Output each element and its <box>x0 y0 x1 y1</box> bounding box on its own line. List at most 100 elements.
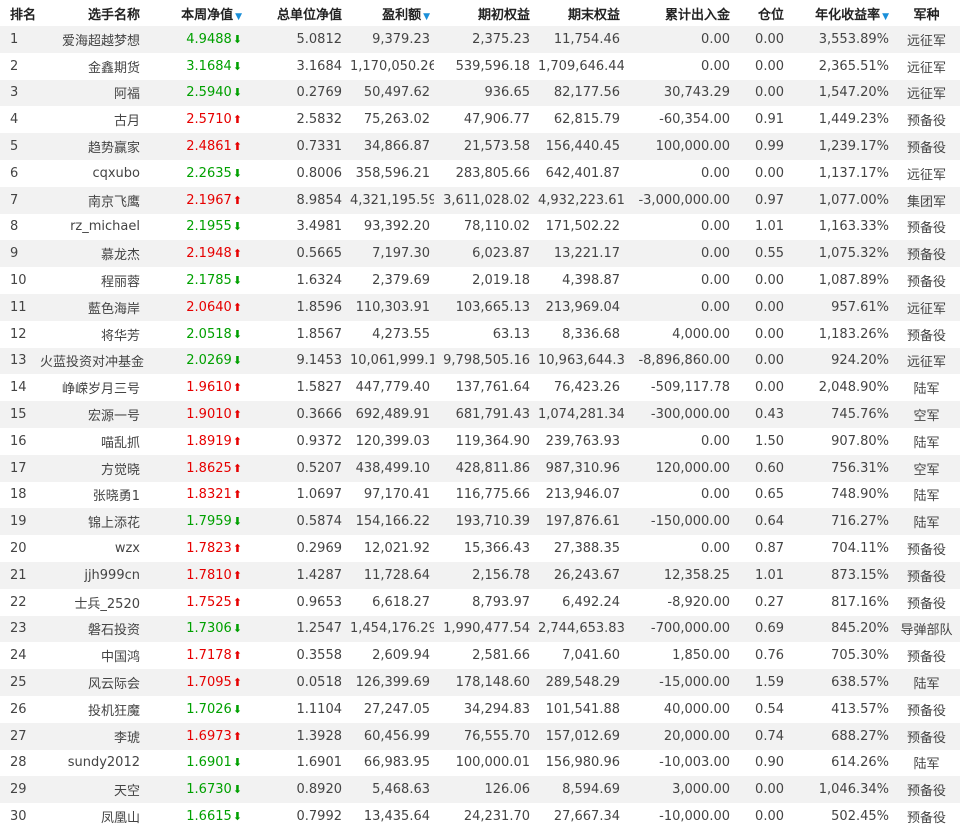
table-row[interactable]: 15 宏源一号 1.9010⬆ 0.3666 692,489.91 681,791.43 1… <box>0 401 960 428</box>
cell-name[interactable]: 喵乱抓 <box>36 428 144 455</box>
table-row[interactable]: 1 爱海超越梦想 4.9488⬇ 5.0812 9,379.23 2,375.23 11,7… <box>0 26 960 53</box>
table-row[interactable]: 12 将华芳 2.0518⬇ 1.8567 4,273.55 63.13 8,336.68 4… <box>0 320 960 348</box>
cell-name[interactable]: 将华芳 <box>36 321 144 348</box>
cell-name[interactable]: 古月 <box>36 106 144 133</box>
cell-name[interactable]: 李琥 <box>36 723 144 750</box>
cell-name[interactable]: 天空 <box>36 776 144 803</box>
table-row[interactable]: 19 锦上添花 1.7959⬇ 0.5874 154,166.22 193,710.39 1… <box>0 508 960 536</box>
nav-value: 1.7306 <box>186 621 232 637</box>
cell-name[interactable]: 程丽蓉 <box>36 267 144 294</box>
cell-nav: 1.6901⬇ <box>144 750 246 777</box>
table-row[interactable]: 3 阿福 2.5940⬇ 0.2769 50,497.62 936.65 82,177.56… <box>0 79 960 107</box>
cell-net-flow: 0.00 <box>701 246 730 262</box>
cell-group: 远征军 <box>906 60 946 76</box>
cell-total-nav: 0.9653 <box>296 594 343 610</box>
table-row[interactable]: 22 士兵_2520 1.7525⬆ 0.9653 6,618.27 8,793.97 6,… <box>0 588 960 616</box>
cell-name[interactable]: jjh999cn <box>36 562 144 589</box>
table-row[interactable]: 30 凤凰山 1.6615⬇ 0.7992 13,435.64 24,231.70 27,6… <box>0 803 960 830</box>
table-row[interactable]: 9 慕龙杰 2.1948⬆ 0.5665 7,197.30 6,023.87 13,221.… <box>0 240 960 268</box>
header-position[interactable]: 仓位 <box>734 0 788 26</box>
arrow-up-icon: ⬆ <box>232 300 242 314</box>
table-row[interactable]: 20 wzx 1.7823⬆ 0.2969 12,021.92 15,366.43 27,3… <box>0 535 960 562</box>
cell-nav: 1.8321⬆ <box>144 482 246 509</box>
cell-name[interactable]: 中国鸿 <box>36 642 144 669</box>
cell-name[interactable]: wzx <box>36 535 144 562</box>
cell-name[interactable]: 慕龙杰 <box>36 240 144 267</box>
cell-name[interactable]: 趋势赢家 <box>36 133 144 160</box>
header-start-equity[interactable]: 期初权益 <box>434 0 534 26</box>
table-row[interactable]: 17 方觉晓 1.8625⬆ 0.5207 438,499.10 428,811.86 98… <box>0 454 960 482</box>
table-row[interactable]: 29 天空 1.6730⬇ 0.8920 5,468.63 126.06 8,594.69 3… <box>0 776 960 804</box>
header-nav[interactable]: 本周净值 ▼ <box>144 0 246 26</box>
cell-group: 集团军 <box>906 194 946 210</box>
cell-name[interactable]: 阿福 <box>36 80 144 107</box>
cell-position: 0.97 <box>755 192 784 208</box>
cell-name[interactable]: 士兵_2520 <box>36 589 144 616</box>
cell-annual: 704.11% <box>831 541 889 557</box>
table-row[interactable]: 24 中国鸿 1.7178⬆ 0.3558 2,609.94 2,581.66 7,041.… <box>0 642 960 670</box>
cell-name[interactable]: 张晓勇1 <box>36 482 144 509</box>
cell-name[interactable]: 方觉晓 <box>36 455 144 482</box>
arrow-up-icon: ⬆ <box>232 247 242 261</box>
header-net-flow[interactable]: 累计出入金 <box>624 0 734 26</box>
cell-net-flow: 0.00 <box>701 541 730 557</box>
cell-name[interactable]: 锦上添花 <box>36 508 144 535</box>
cell-name[interactable]: 南京飞鹰 <box>36 187 144 214</box>
cell-group: 陆军 <box>913 489 940 505</box>
table-row[interactable]: 2 金鑫期货 3.1684⬇ 3.1684 1,170,050.26 539,596.18… <box>0 52 960 80</box>
cell-name[interactable]: cqxubo <box>36 160 144 187</box>
cell-group: 远征军 <box>906 87 946 103</box>
table-row[interactable]: 10 程丽蓉 2.1785⬇ 1.6324 2,379.69 2,019.18 4,398.… <box>0 267 960 294</box>
header-group[interactable]: 军种 <box>893 0 960 26</box>
nav-value: 1.8625 <box>186 460 232 476</box>
cell-name[interactable]: 爱海超越梦想 <box>36 26 144 53</box>
table-row[interactable]: 5 趋势赢家 2.4861⬆ 0.7331 34,866.87 21,573.58 156,… <box>0 133 960 160</box>
cell-name[interactable]: 金鑫期货 <box>36 53 144 80</box>
cell-name[interactable]: 投机狂魔 <box>36 696 144 723</box>
cell-total-nav: 0.7331 <box>296 139 343 155</box>
header-profit[interactable]: 盈利额 ▼ <box>346 0 434 26</box>
cell-name[interactable]: 峥嵘岁月三号 <box>36 374 144 401</box>
table-row[interactable]: 27 李琥 1.6973⬆ 1.3928 60,456.99 76,555.70 157,0… <box>0 722 960 750</box>
table-row[interactable]: 6 cqxubo 2.2635⬇ 0.8006 358,596.21 283,805.66… <box>0 159 960 187</box>
header-total-nav[interactable]: 总单位净值 <box>246 0 346 26</box>
table-row[interactable]: 18 张晓勇1 1.8321⬆ 1.0697 97,170.41 116,775.66 21… <box>0 481 960 509</box>
header-rank[interactable]: 排名 <box>0 0 36 26</box>
table-row[interactable]: 4 古月 2.5710⬆ 2.5832 75,263.02 47,906.77 62,815… <box>0 106 960 134</box>
table-row[interactable]: 26 投机狂魔 1.7026⬇ 1.1104 27,247.05 34,294.83 101… <box>0 695 960 723</box>
header-annual-label: 年化收益率 <box>815 7 881 23</box>
table-row[interactable]: 7 南京飞鹰 2.1967⬆ 8.9854 4,321,195.59 3,611,028.… <box>0 186 960 214</box>
cell-name[interactable]: 火蓝投资对冲基金 <box>36 348 144 375</box>
cell-name[interactable]: 凤凰山 <box>36 803 144 830</box>
table-row[interactable]: 14 峥嵘岁月三号 1.9610⬆ 1.5827 447,779.40 137,761.6… <box>0 374 960 402</box>
arrow-up-icon: ⬆ <box>232 461 242 475</box>
cell-rank: 16 <box>10 433 27 449</box>
cell-rank: 7 <box>10 192 19 208</box>
cell-nav: 1.6615⬇ <box>144 803 246 830</box>
arrow-up-icon: ⬆ <box>232 542 242 556</box>
nav-value: 2.4861 <box>186 139 232 155</box>
table-row[interactable]: 25 风云际会 1.7095⬆ 0.0518 126,399.69 178,148.60 2… <box>0 669 960 696</box>
table-row[interactable]: 8 rz_michael 2.1955⬇ 3.4981 93,392.20 78,110.… <box>0 213 960 241</box>
cell-total-nav: 0.2769 <box>296 85 343 101</box>
header-annual[interactable]: 年化收益率 ▼ <box>788 0 893 26</box>
table-row[interactable]: 21 jjh999cn 1.7810⬆ 1.4287 11,728.64 2,156.78… <box>0 561 960 589</box>
cell-name[interactable]: rz_michael <box>36 214 144 241</box>
table-row[interactable]: 23 磐石投资 1.7306⬇ 1.2547 1,454,176.29 1,990,477… <box>0 615 960 643</box>
header-end-equity[interactable]: 期末权益 <box>534 0 624 26</box>
cell-rank: 18 <box>10 487 27 503</box>
cell-position: 0.00 <box>755 809 784 824</box>
cell-net-flow: 0.00 <box>701 487 730 503</box>
cell-profit: 2,379.69 <box>372 273 430 289</box>
cell-name[interactable]: 宏源一号 <box>36 401 144 428</box>
header-name[interactable]: 选手名称 <box>36 0 144 26</box>
cell-name[interactable]: 风云际会 <box>36 669 144 696</box>
table-row[interactable]: 11 藍色海岸 2.0640⬆ 1.8596 110,303.91 103,665.13 2… <box>0 293 960 321</box>
cell-name[interactable]: sundy2012 <box>36 750 144 777</box>
cell-start-equity: 936.65 <box>484 85 531 101</box>
table-row[interactable]: 16 喵乱抓 1.8919⬆ 0.9372 120,399.03 119,364.90 23… <box>0 427 960 455</box>
cell-name[interactable]: 藍色海岸 <box>36 294 144 321</box>
cell-name[interactable]: 磐石投资 <box>36 616 144 643</box>
table-row[interactable]: 13火蓝投资对冲基金2.0269⬇9.145310,061,999.149,79… <box>0 347 960 375</box>
table-row[interactable]: 28 sundy2012 1.6901⬇ 1.6901 66,983.95 100,000… <box>0 749 960 777</box>
